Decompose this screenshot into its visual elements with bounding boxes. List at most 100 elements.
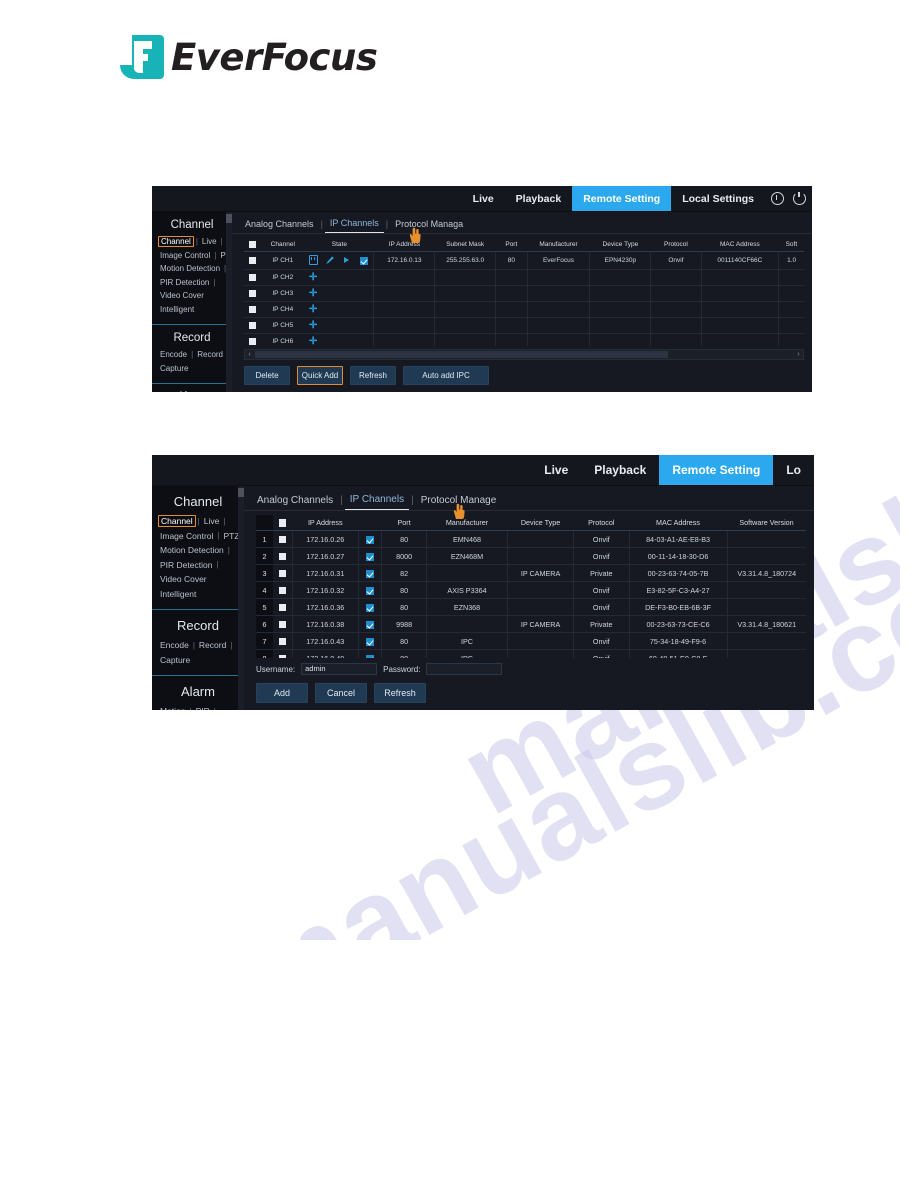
row-checkbox-cell[interactable] <box>273 547 293 565</box>
sidebar-item-motion-detection[interactable]: Motion Detection <box>158 263 222 274</box>
sidebar-item-intelligent[interactable]: Intelligent <box>158 304 196 315</box>
tab-analog-channels[interactable]: Analog Channels <box>252 493 338 510</box>
plus-icon[interactable]: ✛ <box>309 336 317 346</box>
row-checkbox[interactable] <box>278 637 287 646</box>
sidebar-item-pir-detection[interactable]: PIR Detection <box>158 559 214 571</box>
row-checkbox[interactable] <box>278 603 287 612</box>
sidebar-item-motion-detection[interactable]: Motion Detection <box>158 544 226 556</box>
cell-add-action[interactable]: ✛ <box>304 269 322 287</box>
nav-live[interactable]: Live <box>462 186 505 211</box>
row-checkbox-cell[interactable] <box>244 285 261 303</box>
sidebar-item-pir-detection[interactable]: PIR Detection <box>158 277 211 288</box>
sidebar-item-record[interactable]: Record <box>197 639 228 651</box>
table-row[interactable]: 4 172.16.0.32 80 AXIS P3364 Onvif E3-82-5F-C3… <box>256 581 806 599</box>
scroll-right-arrow-icon[interactable]: › <box>794 350 803 359</box>
row-checkbox[interactable] <box>248 322 256 330</box>
edit-checkbox-icon[interactable] <box>366 637 375 646</box>
row-checkbox-cell[interactable] <box>273 581 293 599</box>
select-all-checkbox[interactable] <box>248 241 256 248</box>
row-checkbox[interactable] <box>248 257 256 265</box>
cell-edit-action[interactable] <box>357 581 382 599</box>
tab-ip-channels[interactable]: IP Channels <box>324 216 384 233</box>
horizontal-scrollbar[interactable]: ‹ › <box>244 349 804 360</box>
table-row[interactable]: 7 172.16.0.43 80 IPC Onvif 75-34-18-49-F9-6 <box>256 632 806 650</box>
cell-edit-action[interactable] <box>357 564 382 582</box>
edit-pencil-icon[interactable] <box>325 256 334 264</box>
tab-analog-channels[interactable]: Analog Channels <box>240 217 319 233</box>
sidebar-item-capture[interactable]: Capture <box>158 654 192 666</box>
sidebar-item-encode[interactable]: Encode <box>158 639 191 651</box>
edit-checkbox-icon[interactable] <box>366 552 375 561</box>
info-icon[interactable] <box>771 192 784 205</box>
tab-ip-channels[interactable]: IP Channels <box>344 492 410 510</box>
cell-add-action[interactable]: ✛ <box>304 285 322 303</box>
edit-checkbox-icon[interactable] <box>366 620 375 629</box>
row-checkbox-cell[interactable] <box>273 632 293 650</box>
refresh-button[interactable]: Refresh <box>350 366 396 385</box>
auto-add-ipc-button[interactable]: Auto add IPC <box>403 366 489 385</box>
sidebar-item-record[interactable]: Record <box>195 349 225 360</box>
row-checkbox-cell[interactable] <box>273 598 293 616</box>
cell-edit-action[interactable] <box>357 615 382 633</box>
cell-edit-action[interactable] <box>357 547 382 565</box>
cell-delete-action[interactable] <box>304 251 322 271</box>
power-icon[interactable] <box>793 191 806 205</box>
enabled-checkbox[interactable] <box>360 256 369 265</box>
row-checkbox-cell[interactable] <box>244 301 261 319</box>
table-row[interactable]: 5 172.16.0.36 80 EZN368 Onvif DE-F3-B0-EB-6B-… <box>256 598 806 616</box>
cancel-button[interactable]: Cancel <box>315 683 367 703</box>
tab-protocol-manage[interactable]: Protocol Managa <box>390 217 468 233</box>
cell-enable-toggle[interactable] <box>355 251 374 271</box>
sidebar-item-channel[interactable]: Channel <box>158 236 194 247</box>
nav-remote-setting[interactable]: Remote Setting <box>659 455 774 485</box>
row-checkbox-cell[interactable] <box>244 251 261 271</box>
quick-add-button[interactable]: Quick Add <box>297 366 343 385</box>
table-row[interactable]: 1 172.16.0.26 80 EMN468 Onvif 84-03-A1-AE-E8-… <box>256 530 806 548</box>
row-checkbox-cell[interactable] <box>244 317 261 335</box>
row-checkbox-cell[interactable] <box>244 269 261 287</box>
nav-remote-setting[interactable]: Remote Setting <box>572 186 672 211</box>
plus-icon[interactable]: ✛ <box>309 320 317 331</box>
table-row[interactable]: 3 172.16.0.31 82 IP CAMERA Private 00-23-63-7… <box>256 564 806 582</box>
row-checkbox-cell[interactable] <box>244 333 261 346</box>
cell-edit-action[interactable] <box>357 598 382 616</box>
row-checkbox[interactable] <box>278 569 287 578</box>
scroll-left-arrow-icon[interactable]: ‹ <box>245 350 254 359</box>
row-checkbox-cell[interactable] <box>273 530 293 548</box>
sidebar-item-live[interactable]: Live <box>200 236 219 247</box>
sidebar-item-intelligent[interactable]: Intelligent <box>158 588 198 600</box>
delete-button[interactable]: Delete <box>244 366 290 385</box>
row-checkbox-cell[interactable] <box>273 649 293 658</box>
username-input[interactable]: admin <box>301 663 378 675</box>
password-input[interactable] <box>426 663 503 675</box>
edit-checkbox-icon[interactable] <box>366 569 375 578</box>
nav-playback[interactable]: Playback <box>581 455 659 485</box>
cell-add-action[interactable]: ✛ <box>304 317 322 335</box>
cell-edit-action[interactable] <box>357 649 382 658</box>
cell-add-action[interactable]: ✛ <box>304 333 322 346</box>
sidebar-item-video-cover[interactable]: Video Cover <box>158 573 209 585</box>
row-checkbox[interactable] <box>278 552 287 561</box>
sidebar-item-live[interactable]: Live <box>202 515 222 527</box>
sidebar-item-capture[interactable]: Capture <box>158 363 190 374</box>
row-checkbox[interactable] <box>248 290 256 298</box>
table-row[interactable]: 8 172.16.0.49 80 IPC Onvif 69-48-51-E0-C8-F <box>256 649 806 658</box>
sidebar-item-video-cover[interactable]: Video Cover <box>158 290 206 301</box>
row-checkbox[interactable] <box>248 274 256 282</box>
sidebar-item-image-control[interactable]: Image Control <box>158 530 215 542</box>
row-checkbox[interactable] <box>248 306 256 314</box>
cell-edit-action[interactable] <box>357 530 382 548</box>
row-checkbox[interactable] <box>248 338 256 346</box>
row-checkbox[interactable] <box>278 586 287 595</box>
row-checkbox[interactable] <box>278 535 287 544</box>
select-all-checkbox[interactable] <box>278 519 287 527</box>
header-select-all[interactable] <box>273 515 293 531</box>
row-checkbox-cell[interactable] <box>273 615 293 633</box>
plus-icon[interactable]: ✛ <box>309 304 317 315</box>
delete-icon[interactable] <box>308 254 318 265</box>
header-select-all[interactable] <box>244 238 261 253</box>
nav-live[interactable]: Live <box>531 455 581 485</box>
nav-local-settings[interactable]: Local Settings <box>671 186 765 211</box>
sidebar-item-motion[interactable]: Motion <box>158 705 188 710</box>
play-icon[interactable] <box>344 256 350 263</box>
